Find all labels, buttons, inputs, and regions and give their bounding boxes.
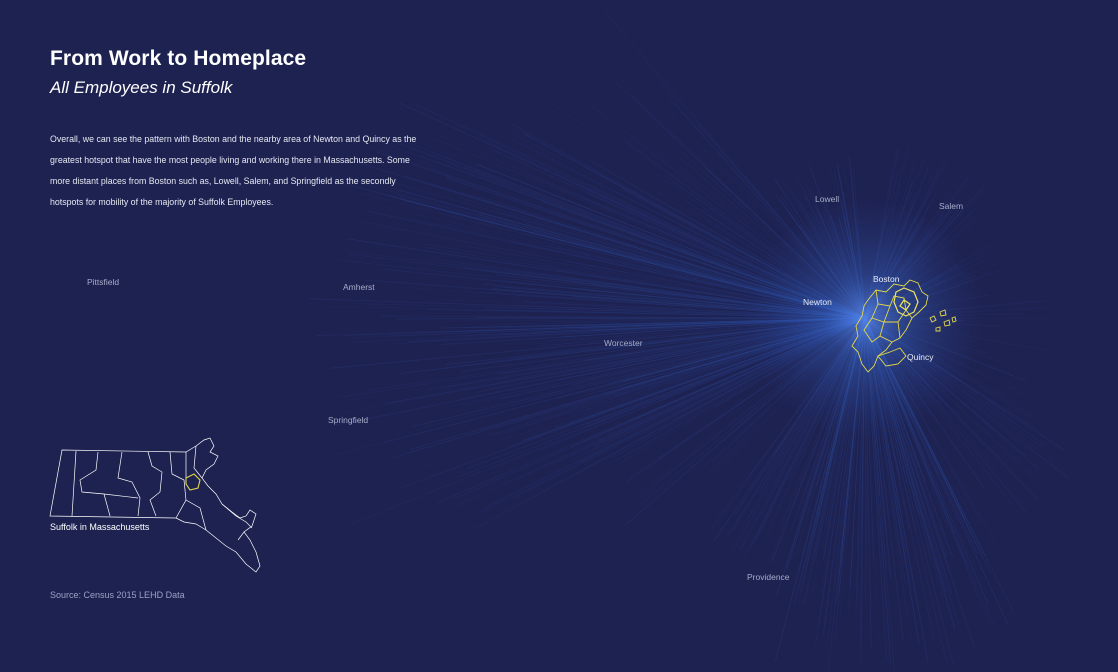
place-label-boston: Boston	[873, 274, 900, 284]
map-page: From Work to Homeplace All Employees in …	[0, 0, 1118, 672]
source-note: Source: Census 2015 LEHD Data	[50, 590, 185, 600]
map-subtitle: All Employees in Suffolk	[50, 78, 233, 97]
boston-hub-glow	[745, 198, 985, 438]
place-label-springfield: Springfield	[328, 415, 369, 425]
place-label-salem: Salem	[939, 201, 964, 211]
place-label-worcester: Worcester	[604, 338, 643, 348]
massachusetts-outline	[49, 437, 261, 573]
inset-map-label: Suffolk in Massachusetts	[50, 522, 150, 532]
flow-map	[49, 9, 1070, 672]
place-label-providence: Providence	[747, 572, 790, 582]
cape-cod-outline	[221, 503, 253, 541]
map-title: From Work to Homeplace	[50, 47, 307, 70]
place-label-pittsfield: Pittsfield	[87, 277, 120, 287]
suffolk-inset-highlight	[185, 473, 201, 491]
massachusetts-inset-map	[49, 437, 261, 573]
description-text: Overall, we can see the pattern with Bos…	[50, 134, 417, 207]
place-label-lowell: Lowell	[815, 194, 840, 204]
place-label-newton: Newton	[803, 297, 832, 307]
place-label-amherst: Amherst	[343, 282, 375, 292]
place-label-quincy: Quincy	[907, 352, 934, 362]
